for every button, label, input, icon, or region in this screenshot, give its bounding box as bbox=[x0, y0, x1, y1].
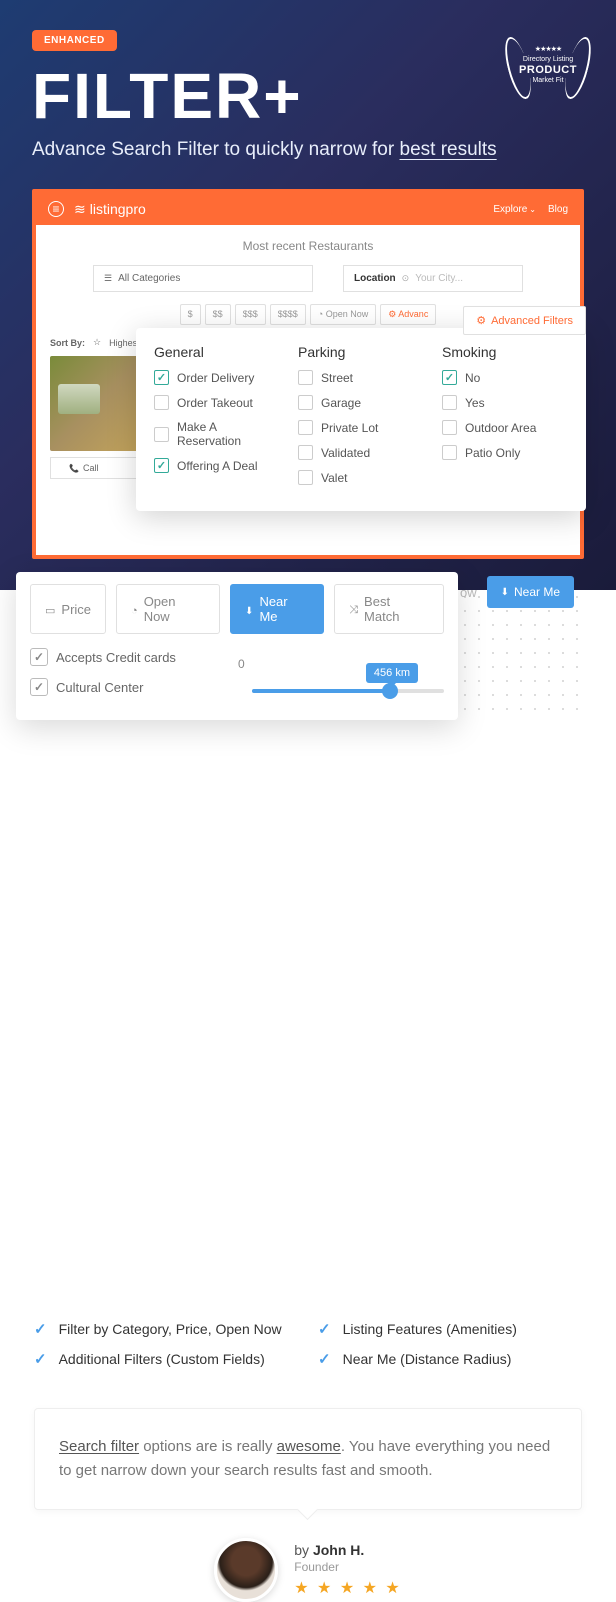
logo[interactable]: ≋listingpro bbox=[74, 201, 146, 218]
feature-item: Listing Features (Amenities) bbox=[318, 1320, 582, 1338]
call-button[interactable]: Call bbox=[50, 457, 145, 479]
app-heading: Most recent Restaurants bbox=[50, 239, 566, 253]
open-now-pill[interactable]: ◔ Open Now bbox=[310, 304, 376, 325]
filter-checkbox[interactable]: Yes bbox=[442, 395, 568, 410]
filter-checkbox[interactable]: Outdoor Area bbox=[442, 420, 568, 435]
checkbox-icon bbox=[442, 445, 457, 460]
slider-value: 456 km bbox=[366, 663, 418, 683]
filter-checkbox[interactable]: Garage bbox=[298, 395, 424, 410]
adv-pill[interactable]: ⚙ Advanc bbox=[380, 304, 436, 325]
filter-group-title: Smoking bbox=[442, 344, 568, 360]
listing-thumb bbox=[50, 356, 145, 451]
advanced-filters-panel: Advanced Filters GeneralOrder DeliveryOr… bbox=[136, 328, 586, 511]
near-me-button[interactable]: Near Me bbox=[230, 584, 324, 634]
checkbox-icon bbox=[298, 420, 313, 435]
check-icon bbox=[30, 678, 48, 696]
filter-checkbox[interactable]: Offering A Deal bbox=[154, 458, 280, 473]
checkbox-icon bbox=[154, 458, 169, 473]
target-icon bbox=[402, 273, 410, 284]
cultural-center-checkbox[interactable]: Cultural Center bbox=[30, 678, 222, 696]
subtitle: Advance Search Filter to quickly narrow … bbox=[32, 139, 584, 161]
list-icon bbox=[104, 273, 112, 284]
checkbox-icon bbox=[442, 420, 457, 435]
checkbox-icon bbox=[298, 445, 313, 460]
clock-icon bbox=[131, 602, 138, 617]
filter-checkbox[interactable]: Order Delivery bbox=[154, 370, 280, 385]
testimonial-quote: Search filter options are is really awes… bbox=[34, 1408, 582, 1510]
check-icon bbox=[30, 648, 48, 666]
bg-text: ow bbox=[460, 585, 477, 600]
price-pill[interactable]: $$$$ bbox=[270, 304, 306, 325]
price-icon bbox=[45, 602, 55, 617]
filter-bar: Price Open Now Near Me Best Match Accept… bbox=[16, 572, 458, 720]
filter-checkbox[interactable]: No bbox=[442, 370, 568, 385]
slider-thumb[interactable] bbox=[382, 683, 398, 699]
filter-checkbox[interactable]: Order Takeout bbox=[154, 395, 280, 410]
location-input[interactable]: LocationYour City... bbox=[343, 265, 523, 292]
dot-pattern bbox=[458, 590, 578, 720]
explore-link[interactable]: Explore bbox=[493, 204, 536, 215]
feature-item: Near Me (Distance Radius) bbox=[318, 1350, 582, 1368]
price-button[interactable]: Price bbox=[30, 584, 106, 634]
checkbox-icon bbox=[154, 395, 169, 410]
star-icon bbox=[93, 337, 101, 348]
page-title: FILTER+ bbox=[32, 59, 584, 133]
avatar bbox=[214, 1538, 278, 1602]
advanced-filters-button[interactable]: Advanced Filters bbox=[463, 306, 586, 335]
product-badge: ★★★★★ Directory Listing PRODUCT Market F… bbox=[510, 28, 586, 104]
testimonial-author: by John H. Founder ★ ★ ★ ★ ★ bbox=[0, 1538, 616, 1602]
shuffle-icon bbox=[349, 601, 358, 617]
filter-group-title: Parking bbox=[298, 344, 424, 360]
filter-checkbox[interactable]: Patio Only bbox=[442, 445, 568, 460]
pin-icon bbox=[245, 602, 253, 617]
price-pill[interactable]: $$ bbox=[205, 304, 231, 325]
feature-item: Additional Filters (Custom Fields) bbox=[34, 1350, 298, 1368]
open-now-button[interactable]: Open Now bbox=[116, 584, 220, 634]
price-pill[interactable]: $ bbox=[180, 304, 201, 325]
best-match-button[interactable]: Best Match bbox=[334, 584, 444, 634]
checkbox-icon bbox=[298, 470, 313, 485]
menu-icon[interactable] bbox=[48, 201, 64, 217]
app-topbar: ≋listingpro Explore Blog bbox=[36, 193, 580, 225]
filter-checkbox[interactable]: Make A Reservation bbox=[154, 420, 280, 448]
blog-link[interactable]: Blog bbox=[548, 204, 568, 215]
sort-label: Sort By: bbox=[50, 338, 85, 348]
enhanced-badge: ENHANCED bbox=[32, 30, 117, 51]
category-input[interactable]: All Categories bbox=[93, 265, 313, 292]
stack-icon: ≋ bbox=[74, 201, 86, 218]
feature-item: Filter by Category, Price, Open Now bbox=[34, 1320, 298, 1338]
checkbox-icon bbox=[298, 370, 313, 385]
near-me-button-float[interactable]: Near Me bbox=[487, 576, 574, 608]
filter-checkbox[interactable]: Street bbox=[298, 370, 424, 385]
filter-group-title: General bbox=[154, 344, 280, 360]
price-pill[interactable]: $$$ bbox=[235, 304, 266, 325]
checkbox-icon bbox=[442, 395, 457, 410]
filter-checkbox[interactable]: Validated bbox=[298, 445, 424, 460]
checkbox-icon bbox=[154, 370, 169, 385]
checkbox-icon bbox=[442, 370, 457, 385]
credit-cards-checkbox[interactable]: Accepts Credit cards bbox=[30, 648, 222, 666]
checkbox-icon bbox=[298, 395, 313, 410]
filter-checkbox[interactable]: Valet bbox=[298, 470, 424, 485]
star-rating: ★ ★ ★ ★ ★ bbox=[294, 1578, 402, 1598]
checkbox-icon bbox=[154, 427, 169, 442]
filter-checkbox[interactable]: Private Lot bbox=[298, 420, 424, 435]
distance-slider[interactable]: 456 km 0 bbox=[252, 663, 444, 693]
